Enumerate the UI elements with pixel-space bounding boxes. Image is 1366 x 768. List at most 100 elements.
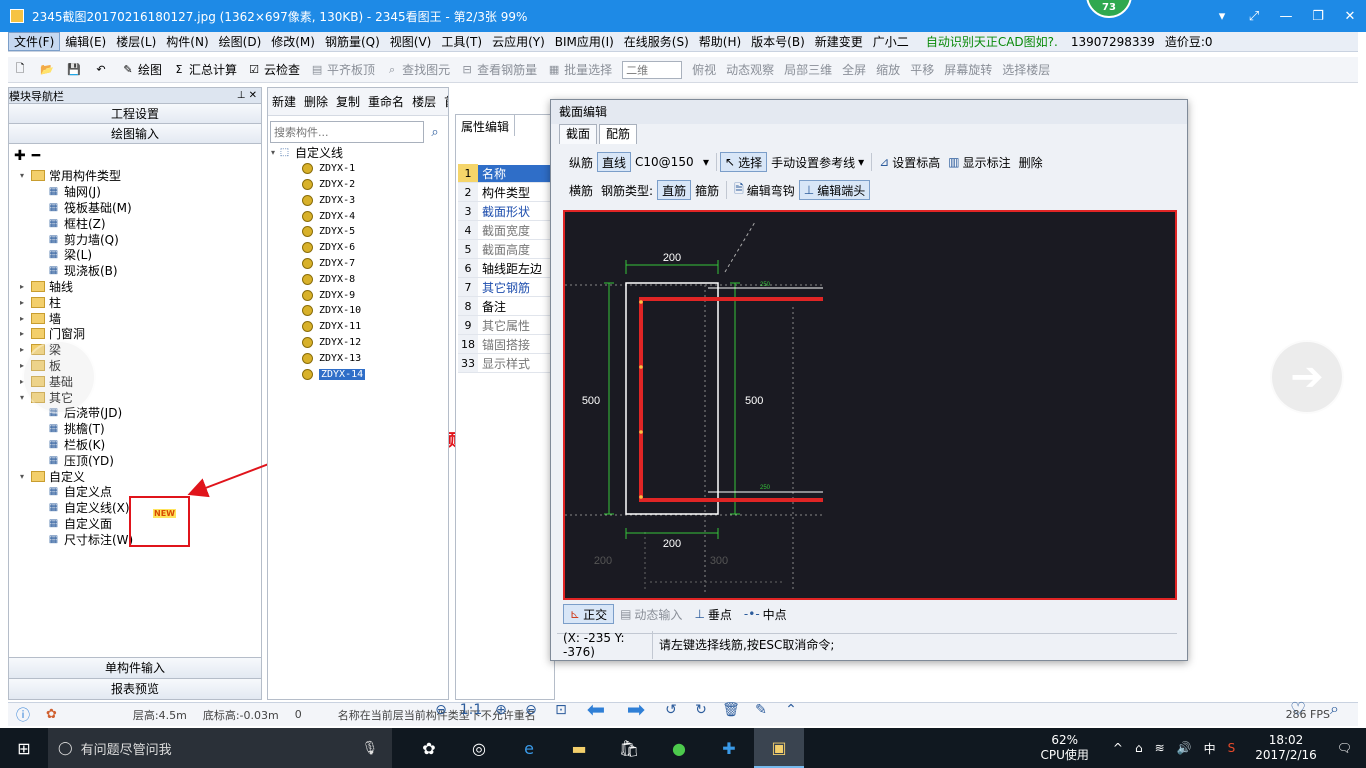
component-list-item[interactable]: ZDYX-12 (268, 335, 448, 351)
undo-button[interactable]: ↶ (89, 63, 116, 77)
next-image-arrow-icon[interactable]: ➔ (1270, 340, 1344, 414)
nav-drawing-input[interactable]: 绘图输入 (9, 124, 261, 144)
expand-all-icon[interactable]: ✚ (14, 148, 26, 164)
notification-icon[interactable]: 🗨 (1331, 741, 1366, 755)
minimize-icon[interactable]: — (1270, 0, 1302, 32)
property-row[interactable]: 3 截面形状 (458, 202, 554, 221)
network-icon[interactable]: ⌂ (1129, 741, 1149, 755)
menu-edit[interactable]: 编辑(E) (60, 33, 111, 50)
toolbar-fullscreen[interactable]: 全屏 (837, 61, 871, 78)
line-mode-button[interactable]: 直线 (597, 152, 632, 172)
component-list-item[interactable]: ZDYX-9 (268, 287, 448, 303)
property-row[interactable]: 4 截面宽度 (458, 221, 554, 240)
toolbar-cloud-check[interactable]: ☑ 云检查 (242, 61, 305, 78)
gift-icon[interactable]: ✿ (38, 707, 65, 722)
nav-tree-item[interactable]: ▾ 自定义 (9, 468, 261, 484)
toolbar-pan[interactable]: 平移 (905, 61, 939, 78)
green-app-icon[interactable]: ● (654, 728, 704, 768)
save-button[interactable]: 💾 (62, 63, 89, 77)
toolbar-sum-calc[interactable]: Σ 汇总计算 (167, 61, 242, 78)
menu-new-change[interactable]: 新建变更 (810, 33, 868, 50)
menu-component[interactable]: 构件(N) (161, 33, 213, 50)
property-row[interactable]: 33 显示样式 (458, 354, 554, 373)
tab-section[interactable]: 截面 (559, 124, 598, 144)
volume-icon[interactable]: 🔊 (1171, 741, 1198, 755)
menu-draw[interactable]: 绘图(D) (214, 33, 267, 50)
component-list-item[interactable]: ZDYX-2 (268, 177, 448, 193)
property-row[interactable]: 1 名称 (458, 164, 554, 183)
blue-app-icon[interactable]: ✚ (704, 728, 754, 768)
collapse-icon[interactable]: ▾ (268, 148, 278, 157)
nav-tree-item[interactable]: ▾ 常用构件类型 (9, 168, 261, 184)
nav-tree-item[interactable]: ▦ 梁(L) (9, 247, 261, 263)
tab-property-edit[interactable]: 属性编辑 (455, 114, 516, 136)
collapse-all-icon[interactable]: ━ (32, 148, 40, 164)
store-icon[interactable]: 🛍 (604, 728, 654, 768)
score-badge[interactable]: 73 (1086, 0, 1132, 18)
file-explorer-icon[interactable]: ▬ (554, 728, 604, 768)
show-dimension-button[interactable]: ▥ 显示标注 (944, 154, 1014, 171)
toolbar-view-rebar[interactable]: ⊟ 查看钢筋量 (455, 61, 542, 78)
nav-single-component[interactable]: 单构件输入 (9, 657, 261, 678)
tray-expand-icon[interactable]: ^ (1107, 741, 1129, 755)
component-list-item[interactable]: ZDYX-4 (268, 208, 448, 224)
menu-rebar-qty[interactable]: 钢筋量(Q) (320, 33, 385, 50)
component-list-item[interactable]: ZDYX-6 (268, 240, 448, 256)
search-icon[interactable]: ⌕ (424, 121, 446, 143)
component-list-item[interactable]: ZDYX-14 (268, 366, 448, 382)
toolbar-draw[interactable]: ✎ 绘图 (116, 61, 167, 78)
search-image-icon[interactable]: ⌕ (1330, 699, 1339, 719)
ime-indicator[interactable]: 中 (1198, 740, 1222, 757)
task-browser-icon[interactable]: ◎ (454, 728, 504, 768)
collapse-icon[interactable]: ▾ (17, 171, 27, 180)
delete-component-button[interactable]: 删除 (300, 93, 332, 110)
nav-tree-item[interactable]: ▦ 栏板(K) (9, 437, 261, 453)
perpendicular-snap[interactable]: ⊥ 垂点 (688, 606, 737, 623)
component-list-item[interactable]: ZDYX-3 (268, 192, 448, 208)
microphone-icon[interactable]: 🎙 (361, 741, 378, 756)
crop-icon[interactable]: ⊡ (546, 702, 576, 718)
nav-tree-item[interactable]: ▸ 墙 (9, 310, 261, 326)
copy-component-button[interactable]: 复制 (332, 93, 364, 110)
close-icon[interactable]: ✕ (1334, 0, 1366, 32)
nav-tree-item[interactable]: ▦ 框柱(Z) (9, 215, 261, 231)
drawing-area[interactable] (1188, 114, 1358, 700)
prev-arrow-icon[interactable]: ⬅ (576, 698, 616, 723)
trash-icon[interactable]: 🗑 (716, 702, 746, 718)
property-row[interactable]: 2 构件类型 (458, 183, 554, 202)
nav-report-preview[interactable]: 报表预览 (9, 678, 261, 699)
task-app-1-icon[interactable]: ✿ (404, 728, 454, 768)
new-component-button[interactable]: 新建 (268, 93, 300, 110)
actual-size-icon[interactable]: 1:1 (456, 702, 486, 718)
tab-reinforcement[interactable]: 配筋 (599, 124, 638, 144)
nav-project-settings[interactable]: 工程设置 (9, 104, 261, 124)
info-icon[interactable]: ⓘ (8, 705, 38, 725)
property-row[interactable]: 9 其它属性 (458, 316, 554, 335)
nav-tree-item[interactable]: ▸ 轴线 (9, 279, 261, 295)
rebar-spec-select[interactable]: C10@150 ▾ (631, 152, 713, 172)
zoom-out-icon[interactable]: ⊖ (516, 702, 546, 718)
nav-tree-item[interactable]: ▦ 挑檐(T) (9, 421, 261, 437)
new-file-button[interactable]: 🗋 (8, 62, 35, 77)
up-icon[interactable]: ⌃ (776, 702, 806, 718)
nav-tree-item[interactable]: ▦ 剪力墙(Q) (9, 231, 261, 247)
fullscreen-icon[interactable]: ⤢ (1238, 0, 1270, 32)
toolbar-select-floor[interactable]: 选择楼层 (997, 61, 1055, 78)
component-list-item[interactable]: ZDYX-7 (268, 256, 448, 272)
straight-bar-button[interactable]: 直筋 (657, 180, 692, 200)
rename-component-button[interactable]: 重命名 (364, 93, 408, 110)
open-button[interactable]: 📂 (35, 63, 62, 77)
component-list-item[interactable]: ZDYX-5 (268, 224, 448, 240)
property-row[interactable]: 6 轴线距左边 (458, 259, 554, 278)
menu-floor[interactable]: 楼层(L) (111, 33, 161, 50)
nav-tree-item[interactable]: ▦ 现浇板(B) (9, 263, 261, 279)
menu-bim[interactable]: BIM应用(I) (550, 33, 619, 50)
dynamic-input-toggle[interactable]: ▤ 动态输入 (614, 606, 688, 623)
delete-rebar-button[interactable]: 删除 (1015, 154, 1047, 171)
toolbar-rotate-screen[interactable]: 屏幕旋转 (939, 61, 997, 78)
heart-icon[interactable]: ♡ (1290, 699, 1306, 720)
dropdown-icon[interactable]: ▾ (1206, 0, 1238, 32)
edit-hook-button[interactable]: 🗎 编辑弯钩 (730, 180, 799, 201)
wifi-icon[interactable]: ≋ (1149, 741, 1171, 755)
sogou-icon[interactable]: S (1222, 741, 1242, 755)
